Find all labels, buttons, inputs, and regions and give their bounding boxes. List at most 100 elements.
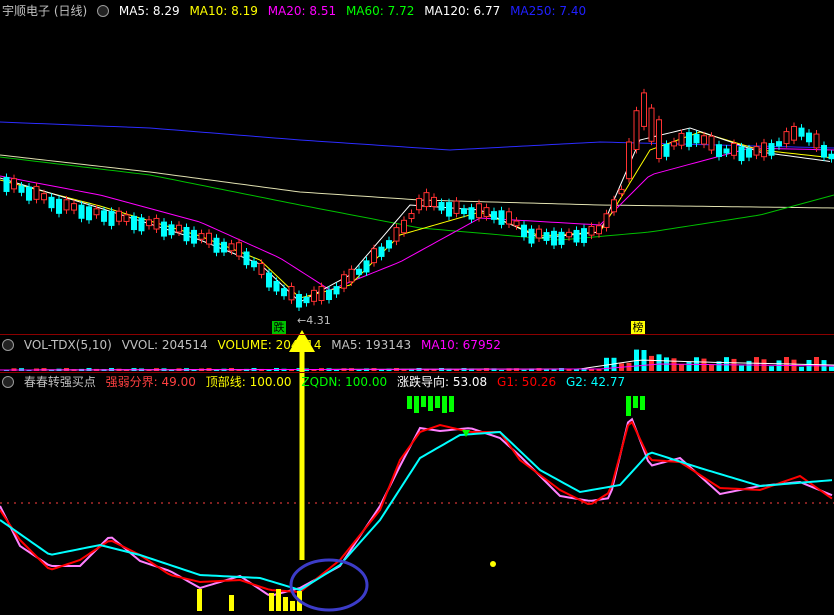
vvol-value: VVOL: 204514 (121, 338, 208, 352)
candle-body (678, 132, 685, 146)
candle-body (93, 208, 100, 216)
candle-body (213, 237, 220, 253)
volume-bar (521, 369, 527, 371)
candle-body (791, 125, 797, 141)
candle-body (716, 144, 722, 158)
top-signal-bar (633, 396, 638, 408)
candle-body (3, 176, 10, 192)
candle-body (71, 203, 77, 211)
candle-body (596, 225, 602, 235)
volume-value: VOLUME: 204514 (217, 338, 322, 352)
vol-ma5-value: MA5: 193143 (331, 338, 412, 352)
candle-body (251, 260, 257, 268)
candle-body (641, 92, 647, 127)
stock-chart-canvas[interactable] (0, 0, 834, 615)
candle-body (138, 217, 145, 232)
candle-body (393, 227, 400, 242)
candle-body (603, 213, 610, 228)
top-signal-bar (626, 396, 631, 416)
candle-body (746, 148, 752, 158)
top-signal-bar (414, 396, 419, 413)
bottom-signal-bar (283, 597, 288, 611)
candle-body (558, 231, 565, 245)
volume-bar (829, 366, 834, 371)
candle-body (498, 210, 505, 225)
candle-body (431, 196, 437, 208)
candle-body (761, 142, 767, 158)
annotation-circle (289, 558, 369, 612)
candle-body (356, 268, 362, 275)
candle-body (483, 207, 490, 218)
vol-indicator-name[interactable]: VOL-TDX(5,10) (24, 338, 112, 352)
candle-body (386, 240, 392, 249)
candle-body (123, 214, 130, 222)
candle-body (41, 193, 47, 201)
candle-body (491, 211, 497, 220)
indicator-name[interactable]: 春春转强买点 (24, 375, 96, 389)
candle-body (731, 142, 737, 156)
candle-body (453, 200, 460, 214)
candle-body (528, 228, 535, 244)
candle-body (416, 198, 422, 211)
g1-value: G1: 50.26 (497, 375, 557, 389)
top-signal-bar (640, 396, 645, 410)
candle-body (648, 107, 655, 142)
candle-body (618, 188, 625, 195)
candle-body (101, 210, 107, 222)
candle-body (798, 127, 805, 137)
fall-tag: 跌 (272, 321, 286, 334)
candle-body (573, 229, 580, 243)
candle-body (701, 135, 707, 145)
candle-body (326, 289, 332, 301)
candle-body (183, 226, 190, 242)
zqdn-value: ZQDN: 100.00 (301, 375, 388, 389)
g2-value: G2: 42.77 (566, 375, 626, 389)
candle-body (378, 246, 385, 257)
bottom-signal-bar (269, 593, 274, 611)
top-signal-bar (428, 396, 433, 411)
candle-body (401, 219, 407, 234)
volume-bar (814, 357, 819, 371)
candle-body (738, 146, 745, 162)
candle-body (296, 293, 302, 308)
candle-body (371, 248, 377, 264)
candle-body (78, 204, 85, 219)
candle-body (348, 268, 355, 283)
candle-body (56, 198, 62, 214)
volume-bar (769, 366, 774, 371)
candle-body (626, 141, 632, 180)
volume-bar (499, 369, 504, 371)
candle-body (476, 203, 482, 219)
candle-body (671, 141, 677, 147)
volume-bar (799, 366, 804, 371)
indicator-settings-icon[interactable] (2, 376, 14, 388)
volume-bar (656, 354, 662, 371)
bottom-signal-bar (276, 589, 281, 611)
rank-tag: 榜 (631, 321, 645, 334)
candle-body (828, 153, 834, 160)
top-signal-bar (442, 396, 447, 413)
candle-body (588, 225, 595, 236)
volume-bar (679, 364, 684, 371)
volume-bar (709, 365, 714, 371)
volume-legend-bar: VOL-TDX(5,10) VVOL: 204514 VOLUME: 20451… (2, 337, 834, 353)
indicator-legend-bar: 春春转强买点 强弱分界: 49.00 顶部线: 100.00 ZQDN: 100… (2, 374, 834, 390)
candle-body (633, 110, 640, 151)
candle-body (153, 217, 160, 230)
candle-body (543, 232, 550, 241)
candle-body (288, 285, 295, 301)
candle-body (551, 230, 557, 246)
candle-body (656, 119, 662, 159)
candle-body (708, 135, 715, 151)
candle-body (168, 224, 175, 236)
candle-body (408, 213, 415, 219)
volume-bar (746, 360, 752, 371)
vol-settings-icon[interactable] (2, 339, 14, 351)
volume-bar (739, 365, 744, 371)
candle-body (161, 221, 167, 237)
candle-body (723, 148, 730, 154)
candle-body (663, 143, 670, 157)
candle-body (191, 229, 197, 244)
candle-body (536, 228, 542, 239)
candle-body (521, 224, 527, 238)
